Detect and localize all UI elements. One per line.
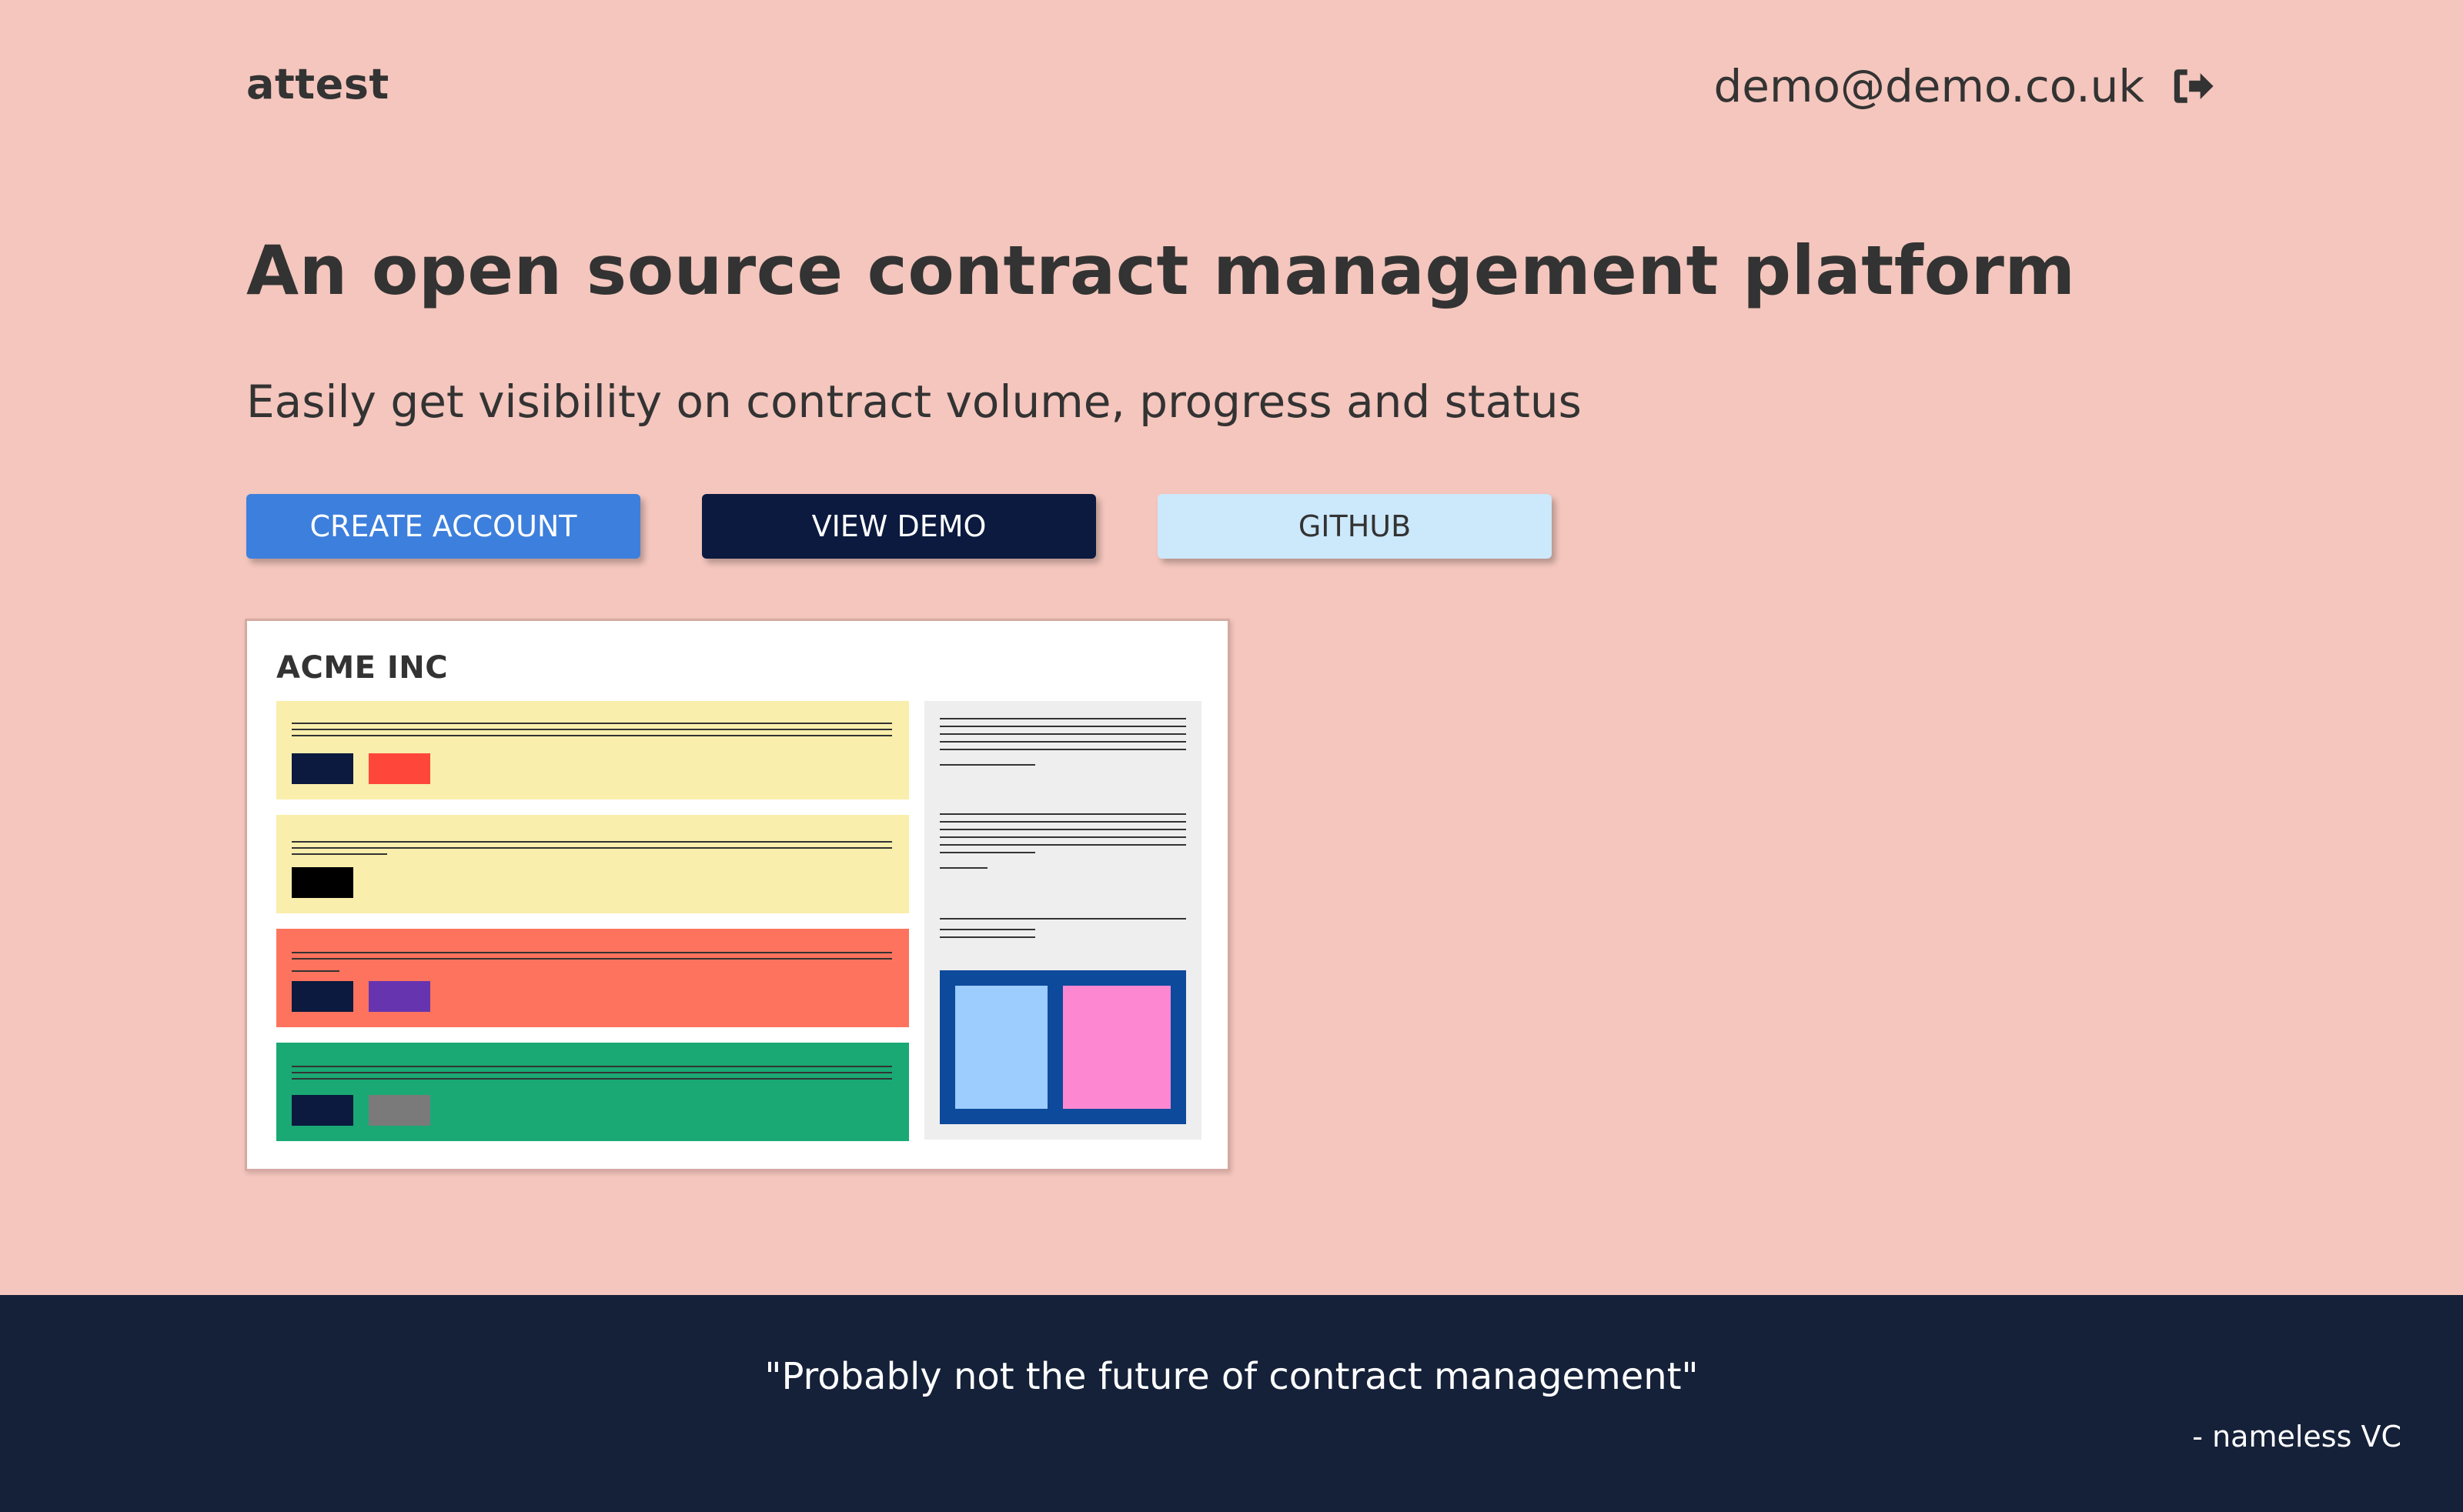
brand-logo[interactable]: attest [246,60,389,108]
footer-attribution: - nameless VC [2192,1420,2401,1454]
view-demo-button[interactable]: VIEW DEMO [702,494,1096,559]
product-preview-illustration: ACME INC [245,619,1230,1171]
preview-side-panel [924,701,1201,1140]
preview-tag [292,1095,353,1126]
preview-tag [369,753,430,784]
preview-tag [292,753,353,784]
preview-tag [369,1095,430,1126]
preview-contract-card [276,701,909,799]
preview-image [940,970,1186,1124]
github-button[interactable]: GITHUB [1158,494,1552,559]
footer: "Probably not the future of contract man… [0,1295,2463,1512]
create-account-button[interactable]: CREATE ACCOUNT [246,494,640,559]
logout-icon[interactable] [2171,64,2215,108]
preview-tag [292,867,353,898]
preview-image-pane [1063,986,1171,1109]
account-area: demo@demo.co.uk [1713,60,2215,112]
preview-tag [292,981,353,1012]
account-email: demo@demo.co.uk [1713,60,2144,112]
footer-quote: "Probably not the future of contract man… [764,1355,1699,1398]
preview-contract-card [276,1043,909,1141]
page-title: An open source contract management platf… [246,231,2076,310]
preview-company-name: ACME INC [276,650,449,686]
preview-tag [369,981,430,1012]
page-subtitle: Easily get visibility on contract volume… [246,375,1582,428]
preview-image-pane [955,986,1048,1109]
preview-contract-card [276,815,909,913]
preview-contract-card [276,929,909,1027]
